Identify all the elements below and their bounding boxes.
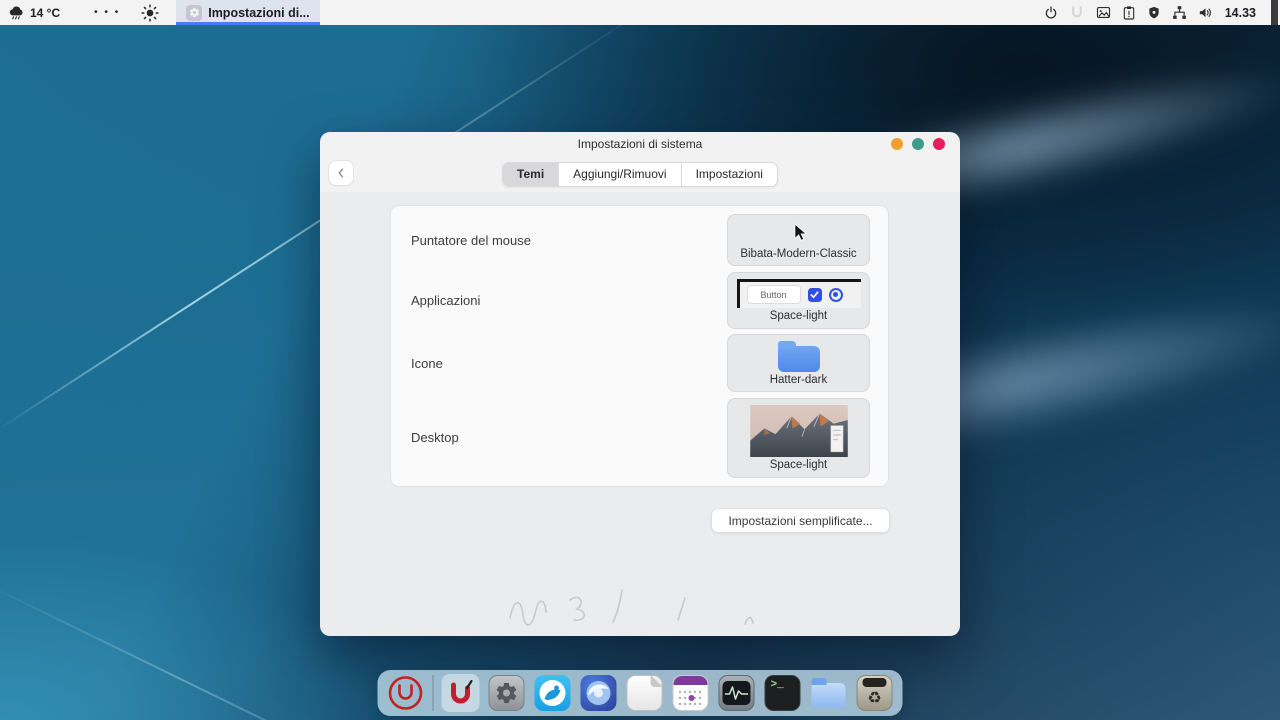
minimize-button[interactable] — [891, 138, 903, 150]
setting-label: Puntatore del mouse — [411, 233, 531, 248]
clipboard-alert-icon[interactable] — [1121, 5, 1137, 21]
taskbar-active-window[interactable]: Impostazioni di... — [176, 0, 319, 25]
setting-row-icons: Icone Hatter-dark — [411, 334, 870, 392]
panel-toggle[interactable] — [1271, 0, 1278, 25]
brightness-sun-icon — [140, 3, 160, 23]
widget-theme-preview: Button — [737, 279, 861, 308]
wallpaper-thumbnail — [747, 405, 851, 458]
window-titlebar[interactable]: Impostazioni di sistema — [320, 132, 960, 156]
shield-icon[interactable] — [1146, 5, 1162, 21]
application-theme-name: Space-light — [770, 308, 828, 323]
dock: >_ ♻ — [378, 670, 903, 716]
tab-temi[interactable]: Temi — [503, 163, 559, 186]
dock-item-terminal[interactable]: >_ — [764, 674, 802, 712]
network-icon[interactable] — [1171, 4, 1188, 21]
setting-row-desktop: Desktop — [411, 398, 870, 478]
setting-label: Icone — [411, 356, 443, 371]
clock[interactable]: 14.33 — [1225, 6, 1256, 20]
gear-icon — [495, 681, 519, 705]
power-icon[interactable] — [1043, 5, 1059, 21]
cursor-theme-name: Bibata-Modern-Classic — [740, 246, 856, 261]
menu-dots-button[interactable]: • • • — [94, 7, 120, 18]
back-button[interactable] — [329, 161, 353, 185]
close-button[interactable] — [933, 138, 945, 150]
tab-aggiungi-rimuovi[interactable]: Aggiungi/Rimuovi — [559, 163, 681, 186]
preview-radio-icon — [829, 288, 843, 302]
preview-button: Button — [747, 285, 801, 304]
weather-cloud-rain-icon — [8, 4, 25, 21]
setting-row-mouse-pointer: Puntatore del mouse Bibata-Modern-Classi… — [411, 214, 870, 266]
cursor-arrow-icon — [789, 222, 809, 244]
uget-icon — [447, 679, 475, 707]
dock-item-uget[interactable] — [442, 674, 480, 712]
tab-impostazioni[interactable]: Impostazioni — [682, 163, 777, 186]
brightness-button[interactable] — [140, 3, 160, 23]
browser-icon — [535, 675, 571, 711]
u-tray-icon[interactable] — [1068, 4, 1086, 22]
desktop-theme-name: Space-light — [770, 457, 828, 472]
simplified-settings-button[interactable]: Impostazioni semplificate... — [711, 508, 890, 533]
preview-checkbox-icon — [808, 288, 822, 302]
theme-settings-panel: Puntatore del mouse Bibata-Modern-Classi… — [390, 205, 889, 487]
trash-icon: ♻ — [857, 675, 893, 711]
window-tabbar: Temi Aggiungi/Rimuovi Impostazioni — [320, 156, 960, 192]
setting-label: Desktop — [411, 430, 459, 445]
thunderbird-icon — [581, 675, 617, 711]
icon-theme-card[interactable]: Hatter-dark — [727, 334, 870, 392]
cursor-theme-card[interactable]: Bibata-Modern-Classic — [727, 214, 870, 266]
settings-gear-icon — [186, 5, 202, 21]
desktop: 14 °C • • • Impostazioni di... — [0, 0, 1280, 720]
dock-item-thunderbird[interactable] — [580, 674, 618, 712]
weather-temp: 14 °C — [30, 6, 60, 20]
taskbar-window-title: Impostazioni di... — [208, 6, 309, 20]
dock-item-trash[interactable]: ♻ — [856, 674, 894, 712]
document-icon — [627, 675, 663, 711]
system-monitor-icon — [719, 675, 755, 711]
calendar-icon — [673, 675, 709, 711]
decorative-doodles — [320, 584, 960, 636]
terminal-icon: >_ — [765, 675, 801, 711]
image-tray-icon[interactable] — [1095, 4, 1112, 21]
dock-item-browser[interactable] — [534, 674, 572, 712]
dock-item-unity-launcher[interactable] — [387, 674, 425, 712]
window-controls — [891, 138, 945, 150]
folder-icon — [812, 683, 846, 708]
setting-row-applications: Applicazioni Button Space-light — [411, 272, 870, 329]
folder-icon — [778, 346, 820, 372]
dock-item-settings[interactable] — [488, 674, 526, 712]
window-title: Impostazioni di sistema — [578, 137, 703, 151]
maximize-button[interactable] — [912, 138, 924, 150]
chevron-left-icon — [334, 166, 348, 180]
top-menu-bar: 14 °C • • • Impostazioni di... — [0, 0, 1280, 25]
dock-item-file-manager[interactable] — [810, 674, 848, 712]
desktop-theme-card[interactable]: Space-light — [727, 398, 870, 478]
application-theme-card[interactable]: Button Space-light — [727, 272, 870, 329]
dock-item-calendar[interactable] — [672, 674, 710, 712]
window-content: Puntatore del mouse Bibata-Modern-Classi… — [320, 192, 960, 636]
weather-widget[interactable]: 14 °C — [8, 4, 60, 21]
dock-separator — [433, 675, 434, 711]
unity-logo-icon — [387, 674, 425, 712]
settings-window: Impostazioni di sistema Temi Aggiungi/Ri… — [320, 132, 960, 636]
volume-icon[interactable] — [1197, 4, 1214, 21]
dock-item-text-editor[interactable] — [626, 674, 664, 712]
dock-item-system-monitor[interactable] — [718, 674, 756, 712]
tab-group: Temi Aggiungi/Rimuovi Impostazioni — [502, 162, 778, 187]
setting-label: Applicazioni — [411, 293, 480, 308]
icon-theme-name: Hatter-dark — [770, 372, 828, 387]
